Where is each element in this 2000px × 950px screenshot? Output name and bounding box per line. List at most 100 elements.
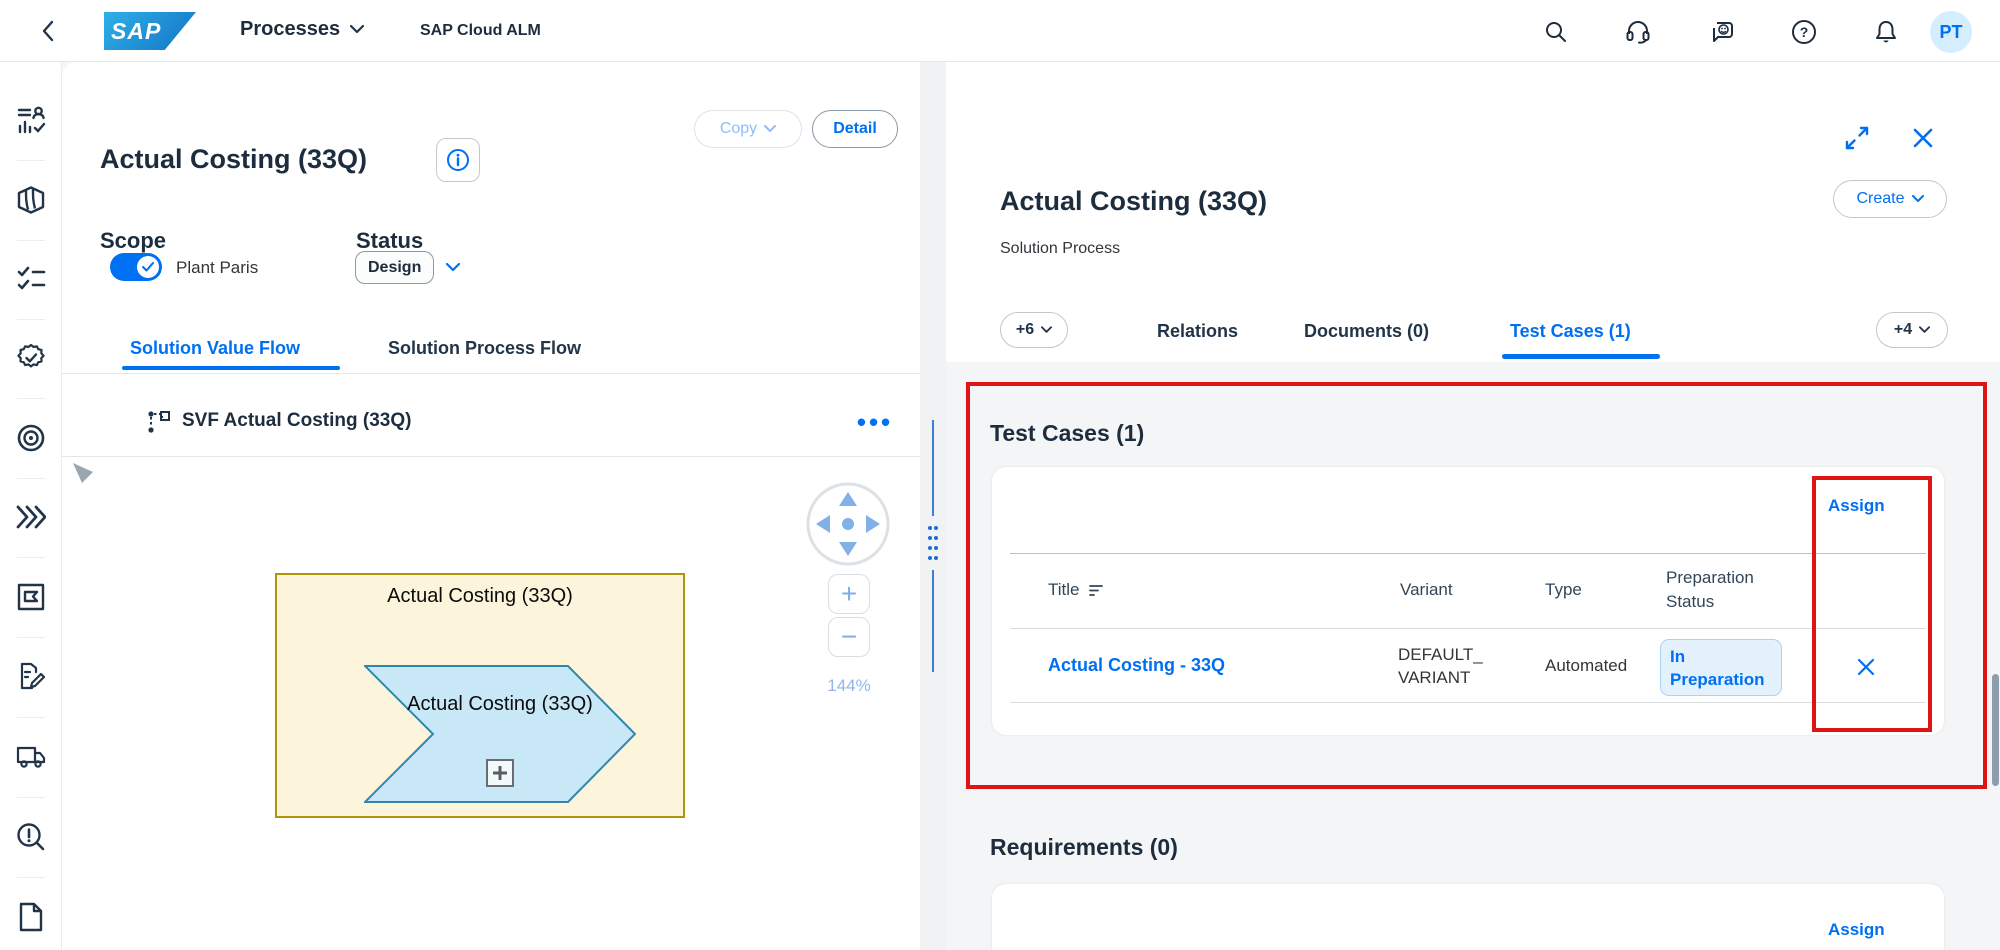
tab-documents[interactable]: Documents (0) <box>1304 321 1429 342</box>
diagram-node-label: Actual Costing (33Q) <box>402 691 598 718</box>
pan-control[interactable] <box>806 482 890 566</box>
vertical-scrollbar-thumb[interactable] <box>1992 674 1999 786</box>
svf-icon <box>146 409 172 435</box>
svg-text:?: ? <box>1800 24 1809 40</box>
svf-title: SVF Actual Costing (33Q) <box>182 410 411 432</box>
close-panel-button[interactable] <box>1909 124 1937 152</box>
feedback-button[interactable] <box>1708 18 1736 46</box>
zoom-in-button[interactable]: + <box>828 574 870 614</box>
svf-divider <box>62 456 920 457</box>
diagram-group-title: Actual Costing (33Q) <box>277 585 683 608</box>
diagram-node[interactable]: Actual Costing (33Q) <box>364 665 636 803</box>
rail-separator <box>17 160 45 161</box>
tabs-divider <box>62 373 920 374</box>
rail-separator <box>17 557 45 558</box>
scope-toggle-knob <box>137 256 159 278</box>
sidebar-item-tasks[interactable] <box>16 264 46 294</box>
help-icon: ? <box>1791 19 1817 45</box>
tasks-checklist-icon <box>16 264 46 294</box>
notifications-button[interactable] <box>1872 18 1900 46</box>
issue-search-icon <box>16 822 46 852</box>
detail-subtitle: Solution Process <box>1000 240 1120 258</box>
overview-icon <box>16 105 46 135</box>
active-tab-underline-right <box>1502 354 1660 359</box>
quality-seal-icon <box>16 343 46 373</box>
back-button[interactable] <box>34 17 62 45</box>
back-icon <box>40 19 56 43</box>
detail-button[interactable]: Detail <box>812 110 898 148</box>
bell-icon <box>1873 19 1899 45</box>
avatar[interactable]: PT <box>1930 11 1972 53</box>
truck-icon <box>16 744 46 770</box>
rail-separator <box>17 398 45 399</box>
info-button[interactable] <box>436 138 480 182</box>
process-title: Actual Costing (33Q) <box>100 144 367 175</box>
scope-toggle[interactable] <box>110 253 162 281</box>
node-expand-button[interactable] <box>486 759 514 787</box>
app-menu[interactable]: Processes <box>240 18 364 41</box>
flag-icon <box>16 582 46 612</box>
search-button[interactable] <box>1542 18 1570 46</box>
scope-value: Plant Paris <box>176 258 258 278</box>
tabs-overflow-right-button[interactable]: +4 <box>1876 312 1948 348</box>
sidebar-item-features[interactable] <box>16 582 46 612</box>
tabs-overflow-left-label: +6 <box>1016 321 1034 339</box>
detail-button-label: Detail <box>833 120 877 138</box>
rail-separator <box>17 877 45 878</box>
copy-button-label: Copy <box>720 120 757 138</box>
sidebar-item-products[interactable] <box>16 185 46 215</box>
requirements-assign-link[interactable]: Assign <box>1828 920 1885 940</box>
chevron-down-icon <box>1912 195 1924 203</box>
rail-separator <box>17 717 45 718</box>
status-chevron-button[interactable] <box>442 258 464 276</box>
status-badge[interactable]: Design <box>355 251 434 284</box>
rail-separator <box>17 240 45 241</box>
splitter-line-top <box>932 420 934 516</box>
copy-button[interactable]: Copy <box>694 110 802 148</box>
package-icon <box>16 185 46 215</box>
help-button[interactable]: ? <box>1790 18 1818 46</box>
tab-relations[interactable]: Relations <box>1157 321 1238 342</box>
chevron-down-icon <box>1041 326 1052 334</box>
scope-label: Scope <box>100 228 166 254</box>
splitter-line-bottom <box>932 570 934 672</box>
expand-icon <box>1844 125 1870 151</box>
active-tab-underline <box>122 366 340 370</box>
feedback-icon <box>1709 19 1735 45</box>
splitter-grip-icon[interactable] <box>926 524 940 562</box>
page-icon <box>18 902 44 932</box>
chevron-down-icon <box>446 263 460 272</box>
product-title: SAP Cloud ALM <box>420 22 541 40</box>
document-edit-icon <box>16 662 46 692</box>
forward-chevrons-icon <box>16 504 46 530</box>
sidebar-item-overview[interactable] <box>16 105 46 135</box>
tab-solution-value-flow[interactable]: Solution Value Flow <box>130 338 300 359</box>
svf-overflow-button[interactable]: ••• <box>850 406 900 438</box>
plus-icon <box>492 765 508 781</box>
annotation-box-assign-column <box>1812 476 1932 732</box>
search-icon <box>1544 20 1568 44</box>
check-icon <box>142 262 154 272</box>
sidebar-item-pages[interactable] <box>16 902 46 932</box>
sidebar-item-quality[interactable] <box>16 343 46 373</box>
app-root: SAP Processes SAP Cloud ALM <box>0 0 2000 950</box>
status-value: Design <box>368 259 421 277</box>
tabs-overflow-left-button[interactable]: +6 <box>1000 312 1068 348</box>
sidebar-item-targets[interactable] <box>16 423 46 453</box>
diagram-group-box[interactable]: Actual Costing (33Q) Actual Costing (33Q… <box>275 573 685 818</box>
expand-panel-button[interactable] <box>1843 124 1871 152</box>
create-button[interactable]: Create <box>1833 180 1947 218</box>
create-button-label: Create <box>1856 190 1904 208</box>
avatar-initials: PT <box>1939 22 1962 43</box>
zoom-out-button[interactable]: − <box>828 617 870 657</box>
sidebar-item-documents[interactable] <box>16 662 46 692</box>
sidebar-item-issues[interactable] <box>16 822 46 852</box>
sidebar-item-deploy[interactable] <box>16 503 46 531</box>
app-menu-label: Processes <box>240 18 340 41</box>
tab-solution-process-flow[interactable]: Solution Process Flow <box>388 338 581 359</box>
sidebar-item-deliveries[interactable] <box>16 743 46 771</box>
detail-title: Actual Costing (33Q) <box>1000 186 1267 217</box>
support-button[interactable] <box>1624 18 1652 46</box>
tabs-overflow-right-label: +4 <box>1894 321 1912 339</box>
tab-test-cases[interactable]: Test Cases (1) <box>1510 321 1631 342</box>
